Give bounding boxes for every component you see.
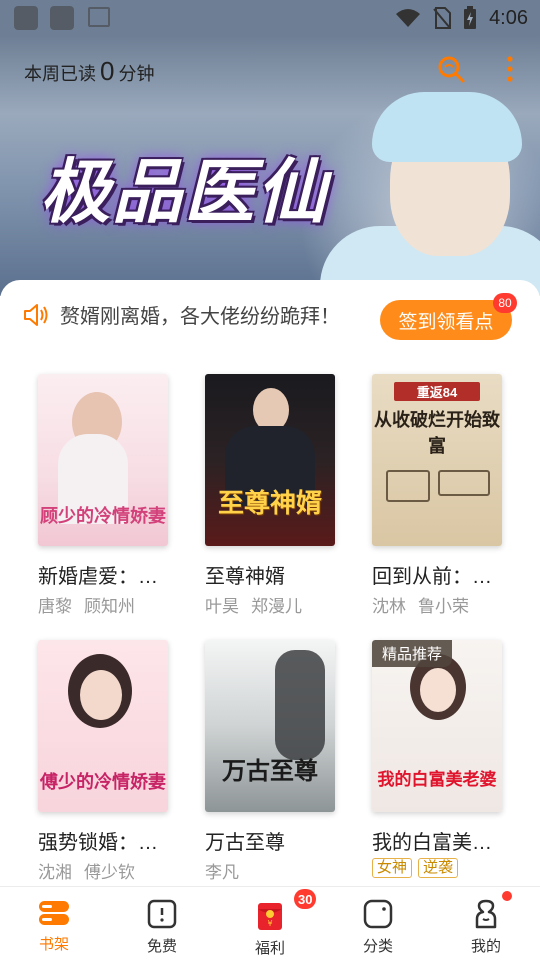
nav-item-bookshelf[interactable]: 书架 bbox=[0, 887, 108, 960]
book-cover-title: 从收破烂开始致富 bbox=[374, 410, 500, 457]
book-cover[interactable]: 傅少的冷情娇妻 bbox=[38, 640, 168, 812]
nav-label: 福利 bbox=[254, 940, 285, 957]
book-cover-title: 傅少的冷情娇妻 bbox=[40, 772, 166, 793]
nav-item-category[interactable]: 分类 bbox=[324, 887, 432, 960]
book-cover-title: 万古至尊 bbox=[222, 756, 318, 785]
nav-label: 书架 bbox=[38, 936, 69, 953]
image-notification-icon bbox=[88, 7, 110, 27]
bookshelf-content: 赘婿刚离婚，各大佬纷纷跪拜！ 签到领看点 80 顾少的冷情娇妻 新婚虐爱：… 唐… bbox=[0, 280, 540, 886]
bookshelf-icon bbox=[39, 901, 69, 925]
tag: 女神 bbox=[372, 858, 413, 878]
book-cover[interactable]: 我的白富美老婆 精品推荐 bbox=[372, 640, 502, 812]
status-bar: 4:06 bbox=[0, 0, 540, 36]
banner-title: 极品医仙 bbox=[40, 153, 328, 231]
read-minutes: 0 bbox=[100, 56, 115, 86]
more-menu-icon[interactable] bbox=[506, 54, 514, 84]
author-name: 鲁小荣 bbox=[418, 597, 469, 616]
book-authors: 李凡 bbox=[205, 858, 239, 883]
battery-charging-icon bbox=[464, 6, 477, 29]
speaker-icon bbox=[24, 303, 48, 326]
nav-item-welfare[interactable]: ¥ 福利 30 bbox=[216, 887, 324, 960]
welfare-badge: 30 bbox=[294, 889, 317, 909]
book-cover[interactable]: 万古至尊 bbox=[205, 640, 335, 812]
profile-notification-dot bbox=[502, 891, 512, 901]
book-tags: 女神 逆袭 bbox=[372, 858, 459, 878]
nav-item-free[interactable]: 免费 bbox=[108, 887, 216, 960]
nav-label: 免费 bbox=[146, 938, 177, 955]
profile-icon bbox=[475, 899, 497, 929]
bottom-nav: 书架 免费 ¥ 福利 30 分类 我的 bbox=[0, 886, 540, 960]
book-cover[interactable]: 顾少的冷情娇妻 bbox=[38, 374, 168, 546]
nav-item-profile[interactable]: 我的 bbox=[432, 887, 540, 960]
red-envelope-icon: ¥ bbox=[258, 903, 282, 930]
book-cover-subtitle: 重返84 bbox=[394, 382, 480, 401]
author-name: 李凡 bbox=[205, 863, 239, 882]
free-book-icon bbox=[147, 899, 177, 929]
notification-icon bbox=[14, 6, 38, 30]
search-icon[interactable] bbox=[436, 54, 466, 84]
book-authors: 唐黎 顾知州 bbox=[38, 592, 135, 617]
book-authors: 沈林 鲁小荣 bbox=[372, 592, 469, 617]
book-title: 强势锁婚：… bbox=[38, 832, 158, 854]
checkin-button[interactable]: 签到领看点 bbox=[380, 300, 512, 340]
clock: 4:06 bbox=[489, 6, 528, 29]
book-cover-title: 我的白富美老婆 bbox=[377, 770, 497, 790]
author-name: 叶昊 bbox=[205, 597, 239, 616]
weekly-reading-stats[interactable]: 本周已读 0 分钟 bbox=[24, 56, 154, 87]
book-cover[interactable]: 至尊神婿 bbox=[205, 374, 335, 546]
no-sim-icon bbox=[433, 7, 452, 29]
book-authors: 沈湘 傅少钦 bbox=[38, 858, 135, 883]
featured-badge: 精品推荐 bbox=[372, 640, 453, 667]
banner-character-cap bbox=[372, 92, 522, 162]
read-unit: 分钟 bbox=[118, 64, 155, 84]
author-name: 郑漫儿 bbox=[251, 597, 302, 616]
book-title: 我的白富美… bbox=[372, 832, 492, 854]
category-icon bbox=[363, 899, 393, 929]
nav-label: 分类 bbox=[362, 938, 393, 955]
author-name: 唐黎 bbox=[38, 597, 72, 616]
author-name: 沈林 bbox=[372, 597, 406, 616]
wifi-icon bbox=[396, 9, 421, 27]
author-name: 沈湘 bbox=[38, 863, 72, 882]
nav-label: 我的 bbox=[470, 938, 501, 955]
svg-text:¥: ¥ bbox=[267, 919, 272, 928]
checkin-badge: 80 bbox=[493, 293, 517, 313]
book-title: 新婚虐爱：… bbox=[38, 566, 158, 588]
notice-text: 赘婿刚离婚，各大佬纷纷跪拜！ bbox=[60, 306, 340, 328]
author-name: 顾知州 bbox=[84, 597, 135, 616]
author-name: 傅少钦 bbox=[84, 863, 135, 882]
notification-icon bbox=[50, 6, 74, 30]
read-label: 本周已读 bbox=[24, 64, 96, 84]
book-cover-title: 至尊神婿 bbox=[217, 489, 322, 519]
notice-bar[interactable]: 赘婿刚离婚，各大佬纷纷跪拜！ bbox=[22, 300, 340, 329]
book-title: 万古至尊 bbox=[205, 832, 285, 854]
tag: 逆袭 bbox=[418, 858, 459, 878]
book-title: 至尊神婿 bbox=[205, 566, 285, 588]
book-cover[interactable]: 重返84 从收破烂开始致富 bbox=[372, 374, 502, 546]
book-authors: 叶昊 郑漫儿 bbox=[205, 592, 302, 617]
book-cover-title: 顾少的冷情娇妻 bbox=[40, 506, 166, 527]
book-title: 回到从前：… bbox=[372, 566, 492, 588]
